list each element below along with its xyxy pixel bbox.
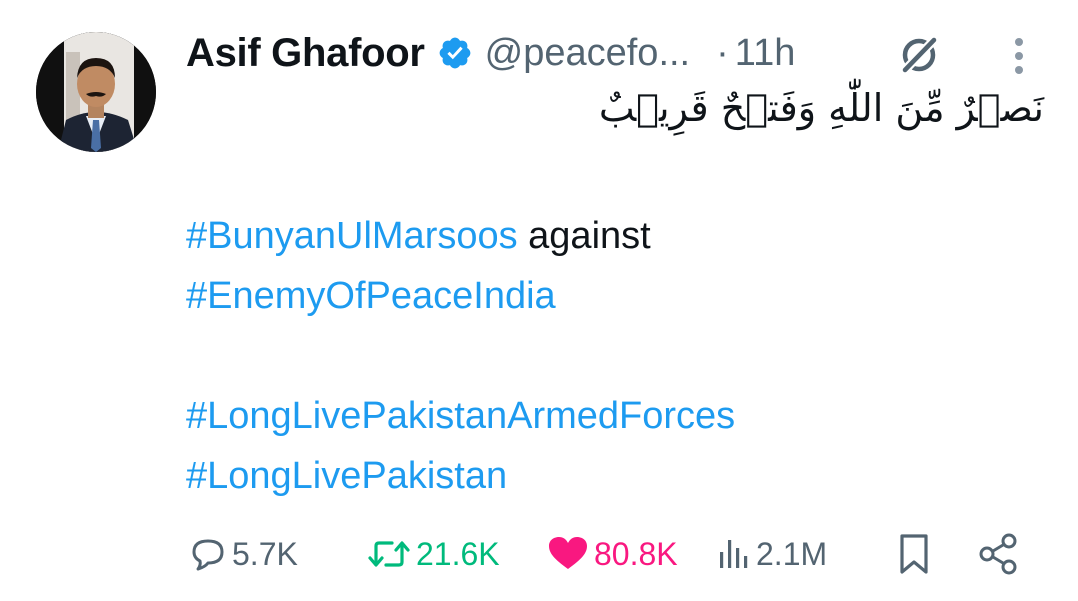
author-name[interactable]: Asif Ghafoor — [186, 31, 425, 76]
views-button[interactable]: 2.1M — [716, 526, 827, 582]
tweet-header: Asif Ghafoor @peacefo... · 11h — [186, 28, 795, 78]
share-icon — [979, 533, 1017, 575]
heart-icon — [549, 537, 587, 569]
tweet-body: #BunyanUlMarsoos against #EnemyOfPeaceIn… — [186, 206, 735, 506]
views-bars-icon — [720, 540, 748, 568]
tweet-line-4: #LongLivePakistan — [186, 446, 735, 506]
tweet-line-2: #EnemyOfPeaceIndia — [186, 266, 735, 326]
repost-icon — [368, 541, 410, 567]
hashtag-longlivepakistan[interactable]: #LongLivePakistan — [186, 455, 507, 497]
reply-button[interactable]: 5.7K — [188, 526, 298, 582]
bookmark-button[interactable] — [894, 526, 934, 582]
tweet-text-against: against — [517, 215, 651, 257]
more-vertical-icon[interactable] — [1008, 34, 1030, 78]
reply-bubble-icon — [192, 539, 224, 571]
tweet-card[interactable]: Asif Ghafoor @peacefo... · 11h نَصۡرٌ مِ… — [0, 0, 1078, 601]
action-bar: 5.7K 21.6K 80.8K 2.1M — [186, 526, 1046, 582]
timestamp[interactable]: 11h — [735, 32, 796, 75]
tweet-line-3: #LongLivePakistanArmedForces — [186, 386, 735, 446]
hashtag-longlivepakistanarmedforces[interactable]: #LongLivePakistanArmedForces — [186, 395, 735, 437]
views-count: 2.1M — [756, 535, 828, 572]
repost-button[interactable]: 21.6K — [366, 526, 500, 582]
separator-dot: · — [716, 31, 729, 74]
share-button[interactable] — [976, 526, 1020, 582]
reply-count: 5.7K — [232, 535, 298, 572]
repost-count: 21.6K — [416, 535, 500, 572]
hashtag-enemyofpeaceindia[interactable]: #EnemyOfPeaceIndia — [186, 275, 556, 317]
bookmark-icon — [900, 534, 928, 574]
author-handle[interactable]: @peacefo... — [485, 32, 690, 75]
avatar-image — [36, 32, 156, 152]
avatar[interactable] — [36, 32, 156, 152]
like-count: 80.8K — [594, 535, 678, 572]
verified-badge-icon — [437, 35, 473, 71]
tweet-line-1: #BunyanUlMarsoos against — [186, 206, 735, 266]
like-button[interactable]: 80.8K — [546, 526, 678, 582]
tweet-line-gap — [186, 326, 735, 386]
tweet-arabic-text: نَصۡرٌ مِّنَ اللّٰهِ وَفَتۡحٌ قَرِيۡبٌ — [598, 86, 1044, 130]
hashtag-bunyanulmarsoos[interactable]: #BunyanUlMarsoos — [186, 215, 518, 257]
grok-icon[interactable] — [898, 34, 940, 76]
